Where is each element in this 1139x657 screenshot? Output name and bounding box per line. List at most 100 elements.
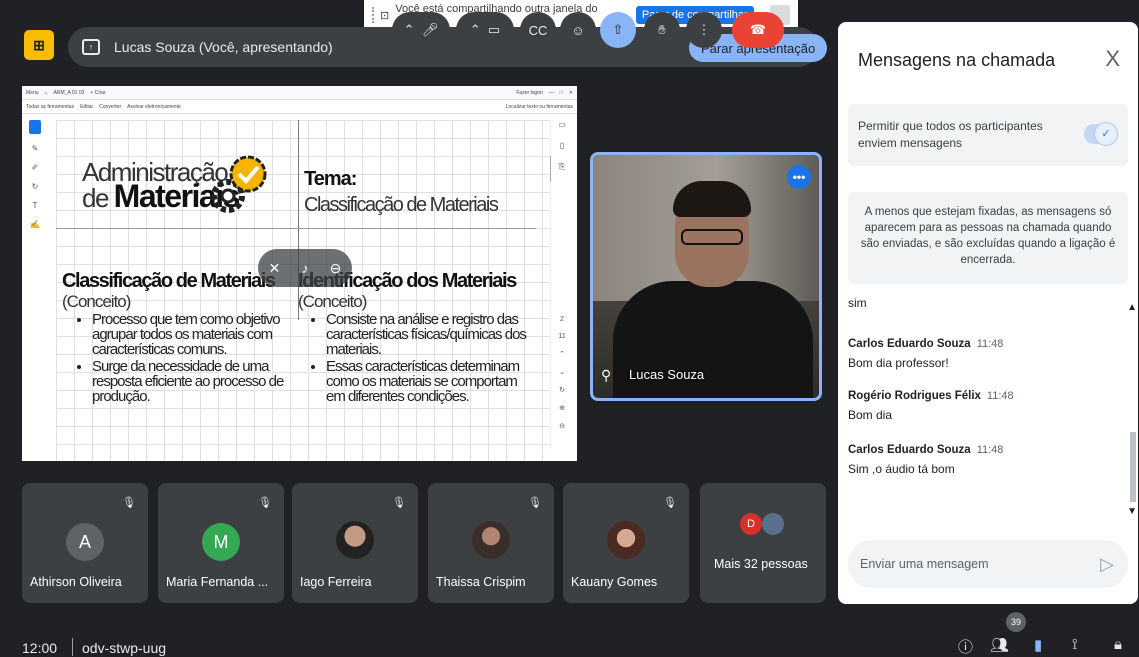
emoji-button[interactable]: ☺ — [560, 12, 596, 48]
remove-icon[interactable]: ⊖ — [330, 260, 342, 277]
participant-count-badge: 39 — [1006, 612, 1026, 632]
permission-text: Permitir que todos os participantes envi… — [858, 119, 1043, 150]
self-video-tile[interactable]: ••• ⚲ Lucas Souza — [590, 152, 822, 401]
page-number[interactable]: 2 — [560, 316, 564, 323]
avatar — [336, 521, 374, 559]
message-input[interactable] — [860, 557, 1101, 571]
window-maximize-icon[interactable]: □ — [560, 90, 563, 96]
comments-icon[interactable]: ▭ — [558, 120, 566, 129]
chevron-up-icon[interactable]: ⌃ — [404, 22, 415, 38]
chat-scrollbar[interactable]: ▲ ▼ — [1127, 292, 1138, 522]
chevron-up-icon[interactable]: ⌃ — [470, 22, 481, 38]
edit-menu[interactable]: Editar — [80, 104, 93, 110]
captions-icon: CC — [528, 22, 548, 38]
sign-menu[interactable]: Assinar eletronicamente — [127, 104, 181, 110]
chat-message: Rogério Rodrigues Félix 11:48 Bom dia — [848, 388, 1014, 422]
unpin-icon[interactable]: ✕ — [269, 260, 281, 277]
mic-button[interactable]: ⌃ 🎤︎ — [392, 12, 450, 48]
meeting-code: odv-stwp-uug — [82, 640, 167, 656]
home-icon[interactable]: ⌂ — [45, 90, 48, 96]
participant-tile[interactable]: 🎙︎ A Athirson Oliveira — [22, 483, 148, 603]
scroll-down-icon[interactable]: ▼ — [1127, 506, 1137, 517]
participant-tile[interactable]: 🎙︎ Kauany Gomes — [563, 483, 689, 603]
page-up-icon[interactable]: ⌃ — [559, 350, 565, 358]
mute-audio-icon[interactable]: ♪ — [301, 260, 308, 276]
scroll-thumb[interactable] — [1130, 432, 1136, 502]
shared-screen: Menu ⌂ ARM_A 01 02 + Criar Fazer logon —… — [22, 86, 577, 461]
avatar: A — [66, 523, 104, 561]
participant-name: Thaissa Crispim — [436, 575, 526, 589]
participant-tile[interactable]: 🎙︎ Iago Ferreira — [292, 483, 418, 603]
pdf-tab[interactable]: ARM_A 01 02 — [54, 90, 85, 96]
sign-tool-icon[interactable]: ✍ — [30, 220, 40, 229]
page-total: 11 — [558, 333, 566, 340]
avatar — [762, 513, 784, 535]
page-thumb-icon[interactable]: ▯ — [560, 141, 564, 150]
participant-tile[interactable]: 🎙︎ Thaissa Crispim — [428, 483, 554, 603]
list-item: Processo que tem como objetivo agrupar t… — [92, 312, 286, 357]
send-icon[interactable]: ▷ — [1100, 554, 1114, 575]
allow-messages-toggle[interactable] — [1084, 122, 1118, 146]
col1-heading: Classificação de Materiais — [62, 270, 276, 292]
highlight-tool-icon[interactable]: ✐ — [32, 163, 39, 172]
end-call-button[interactable]: ☎ — [732, 12, 784, 48]
pdf-title-bar: Menu ⌂ ARM_A 01 02 + Criar Fazer logon —… — [22, 86, 577, 100]
comment-tool-icon[interactable]: ✎ — [32, 144, 39, 153]
captions-button[interactable]: CC — [520, 12, 556, 48]
col1-sub: (Conceito) — [62, 292, 131, 311]
text-tool-icon[interactable]: T — [33, 201, 38, 210]
chat-info-notice: A menos que estejam fixadas, as mensagen… — [848, 192, 1128, 284]
message-time: 11:48 — [976, 338, 1004, 350]
zoom-in-icon[interactable]: ⊕ — [559, 404, 565, 412]
col2-bullets: Consiste na análise e registro das carac… — [290, 312, 528, 406]
select-tool-icon[interactable] — [29, 120, 41, 134]
chat-permission-setting: Permitir que todos os participantes envi… — [848, 104, 1128, 166]
window-close-icon[interactable]: ✕ — [569, 90, 573, 96]
message-sender: Rogério Rodrigues Félix — [848, 390, 981, 402]
pdf-left-toolbar: ✎ ✐ ↻ T ✍ — [28, 120, 42, 229]
more-people-tile[interactable]: D Mais 32 pessoas — [700, 483, 826, 603]
more-people-label: Mais 32 pessoas — [714, 557, 808, 571]
pdf-search-field[interactable]: Localizar texto ou ferramentas — [506, 104, 573, 110]
drag-handle[interactable] — [372, 7, 374, 23]
message-text: Bom dia — [848, 408, 893, 422]
present-icon: ⊡ — [380, 9, 390, 22]
more-options-icon[interactable]: ••• — [787, 165, 811, 189]
chat-icon[interactable]: ▮ — [1034, 636, 1042, 654]
participant-tile[interactable]: 🎙︎ M Maria Fernanda ... — [158, 483, 284, 603]
lock-icon[interactable]: 🔒︎ — [1114, 636, 1122, 653]
scroll-up-icon[interactable]: ▲ — [1127, 302, 1137, 313]
window-minimize-icon[interactable]: — — [549, 90, 554, 96]
pdf-page-controls: 2 11 ⌃ ⌄ ↻ ⊕ ⊖ — [555, 316, 569, 430]
people-icon[interactable]: 👥︎ — [990, 636, 1009, 654]
activities-icon[interactable]: ⟟ — [1072, 636, 1078, 653]
avatar: D — [740, 513, 762, 535]
mic-off-icon: 🎙︎ — [663, 496, 677, 509]
menu-button[interactable]: Menu — [26, 90, 39, 96]
rotate-icon[interactable]: ↻ — [559, 386, 565, 394]
slide-title-prefix: de — [82, 183, 109, 213]
info-icon[interactable]: ⓘ — [958, 636, 973, 657]
pin-icon[interactable]: ⚲ — [601, 367, 611, 384]
new-tab-button[interactable]: + Criar — [90, 90, 105, 96]
tema-label: Tema: — [304, 168, 357, 190]
end-call-icon: ☎ — [749, 22, 767, 37]
raise-hand-button[interactable]: ✋︎ — [644, 12, 680, 48]
more-options-button[interactable]: ⋮ — [686, 12, 722, 48]
message-time: 11:48 — [986, 390, 1014, 402]
participant-name: Maria Fernanda ... — [166, 575, 269, 589]
convert-menu[interactable]: Converter — [99, 104, 121, 110]
camera-button[interactable]: ⌃ ▭ — [456, 12, 514, 48]
pdf-right-toolbar: ▭ ▯ ⎘ — [555, 120, 569, 172]
present-icon: ⇧ — [612, 22, 624, 37]
present-button[interactable]: ⇧ — [600, 12, 636, 48]
message-text: Bom dia professor! — [848, 356, 949, 370]
close-chat-button[interactable]: X — [1105, 46, 1120, 72]
zoom-out-icon[interactable]: ⊖ — [559, 422, 565, 430]
all-tools-menu[interactable]: Todas as ferramentas — [26, 104, 74, 110]
page-down-icon[interactable]: ⌄ — [559, 368, 565, 376]
bookmark-icon[interactable]: ⎘ — [559, 162, 565, 172]
draw-tool-icon[interactable]: ↻ — [32, 182, 39, 191]
mic-off-icon: 🎙︎ — [528, 496, 542, 509]
login-button[interactable]: Fazer logon — [516, 90, 542, 96]
